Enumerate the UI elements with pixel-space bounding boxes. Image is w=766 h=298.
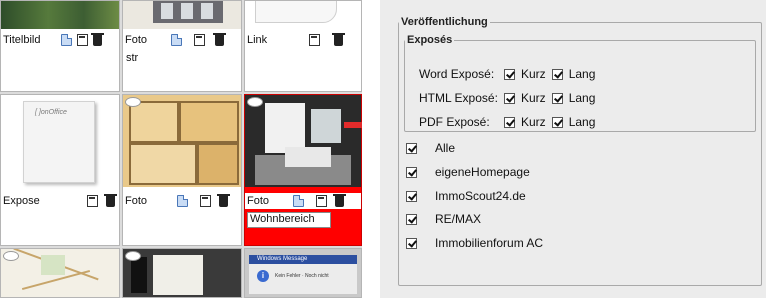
document-icon[interactable] [293,195,305,207]
tile-label: Expose [3,195,40,207]
exposes-title: Exposés [407,34,453,46]
tile-image [245,1,361,29]
homepage-checkbox[interactable] [406,166,417,178]
expose-row-label: HTML Exposé: [419,91,498,105]
html-kurz-checkbox[interactable] [504,92,515,104]
window-icon[interactable] [200,195,212,207]
tile-image: Windows Message i Kein Fehler · Noch nic… [245,249,361,297]
word-kurz-checkbox[interactable] [504,68,515,80]
portal-label: Alle [435,141,456,155]
tile-expose[interactable]: [ ]onOffice Expose [0,94,120,246]
portal-row-immoscout: ImmoScout24.de [406,188,526,204]
window-icon[interactable] [194,34,206,46]
window-icon[interactable] [76,34,88,46]
pdf-kurz-checkbox[interactable] [504,116,515,128]
tile-sublabel: Wohnbereich [250,213,315,225]
immoforum-checkbox[interactable] [406,237,417,249]
tile-sublabel: str [126,52,139,64]
dialog-title: Windows Message [257,256,308,262]
tile-label: Titelbild [3,34,41,46]
portal-label: RE/MAX [435,212,482,226]
trash-icon[interactable] [217,193,231,207]
tile-message-screenshot[interactable]: Windows Message i Kein Fehler · Noch nic… [244,248,362,298]
tile-label: Foto [125,34,148,46]
tile-image [123,1,241,29]
trash-icon[interactable] [103,193,117,207]
tile-map[interactable] [0,248,120,298]
tile-link[interactable]: Link [244,0,362,92]
alle-checkbox[interactable] [406,142,417,154]
dialog-titlebar: Windows Message [249,255,357,264]
option-label: Kurz [521,115,546,129]
trash-icon[interactable] [90,32,104,46]
media-tile-grid: Titelbild Foto str Link []onOffice Expo… [0,0,362,298]
trash-icon[interactable] [213,32,227,46]
option-label: Lang [568,91,596,105]
info-icon: i [257,270,269,282]
word-lang-checkbox[interactable] [551,68,563,80]
remax-checkbox[interactable] [406,213,417,225]
html-expose-row: HTML Exposé: Kurz Lang [419,90,601,106]
option-label: Lang [568,115,596,129]
tile-interior[interactable] [122,248,242,298]
tile-image [1,1,119,29]
tile-image [245,95,361,187]
portal-label: ImmoScout24.de [435,189,526,203]
tile-label: Foto [247,195,270,207]
dialog-text: Kein Fehler · Noch nicht [275,273,329,279]
tile-image [123,95,241,187]
window-icon[interactable] [316,195,328,207]
window-icon[interactable] [309,34,321,46]
tile-image [123,249,241,297]
window-icon[interactable] [86,195,98,207]
option-label: Kurz [521,67,546,81]
expose-row-label: PDF Exposé: [419,115,490,129]
pdf-expose-row: PDF Exposé: Kurz Lang [419,114,601,130]
exposes-group: Exposés Word Exposé: Kurz Lang HTML Expo… [404,34,756,132]
option-label: Kurz [521,91,546,105]
word-expose-row: Word Exposé: Kurz Lang [419,66,601,82]
html-lang-checkbox[interactable] [551,92,563,104]
tile-label: Foto [125,195,148,207]
trash-icon[interactable] [332,32,346,46]
portal-row-remax: RE/MAX [406,211,481,227]
immoscout-checkbox[interactable] [406,190,417,202]
tile-foto-str[interactable]: Foto str [122,0,242,92]
tile-image [1,249,119,297]
document-icon[interactable] [177,195,189,207]
tile-titelbild[interactable]: Titelbild [0,0,120,92]
portal-row-homepage: eigeneHomepage [406,164,530,180]
tile-label: Link [247,34,268,46]
document-icon[interactable] [171,34,183,46]
document-icon[interactable] [60,34,72,46]
portal-label: eigeneHomepage [435,165,530,179]
tile-caption-field[interactable]: Wohnbereich [247,212,331,228]
pdf-lang-checkbox[interactable] [551,116,563,128]
publication-title: Veröffentlichung [401,16,488,28]
portal-row-alle: Alle [406,140,455,156]
tile-foto-floorplan[interactable]: Foto [122,94,242,246]
trash-icon[interactable] [333,193,347,207]
portal-label: Immobilienforum AC [435,236,544,250]
option-label: Lang [568,67,596,81]
tile-image: [ ]onOffice [1,95,119,185]
brand-logo: [ ]onOffice [35,109,67,116]
portal-row-immoforum: Immobilienforum AC [406,235,543,251]
expose-row-label: Word Exposé: [419,67,495,81]
